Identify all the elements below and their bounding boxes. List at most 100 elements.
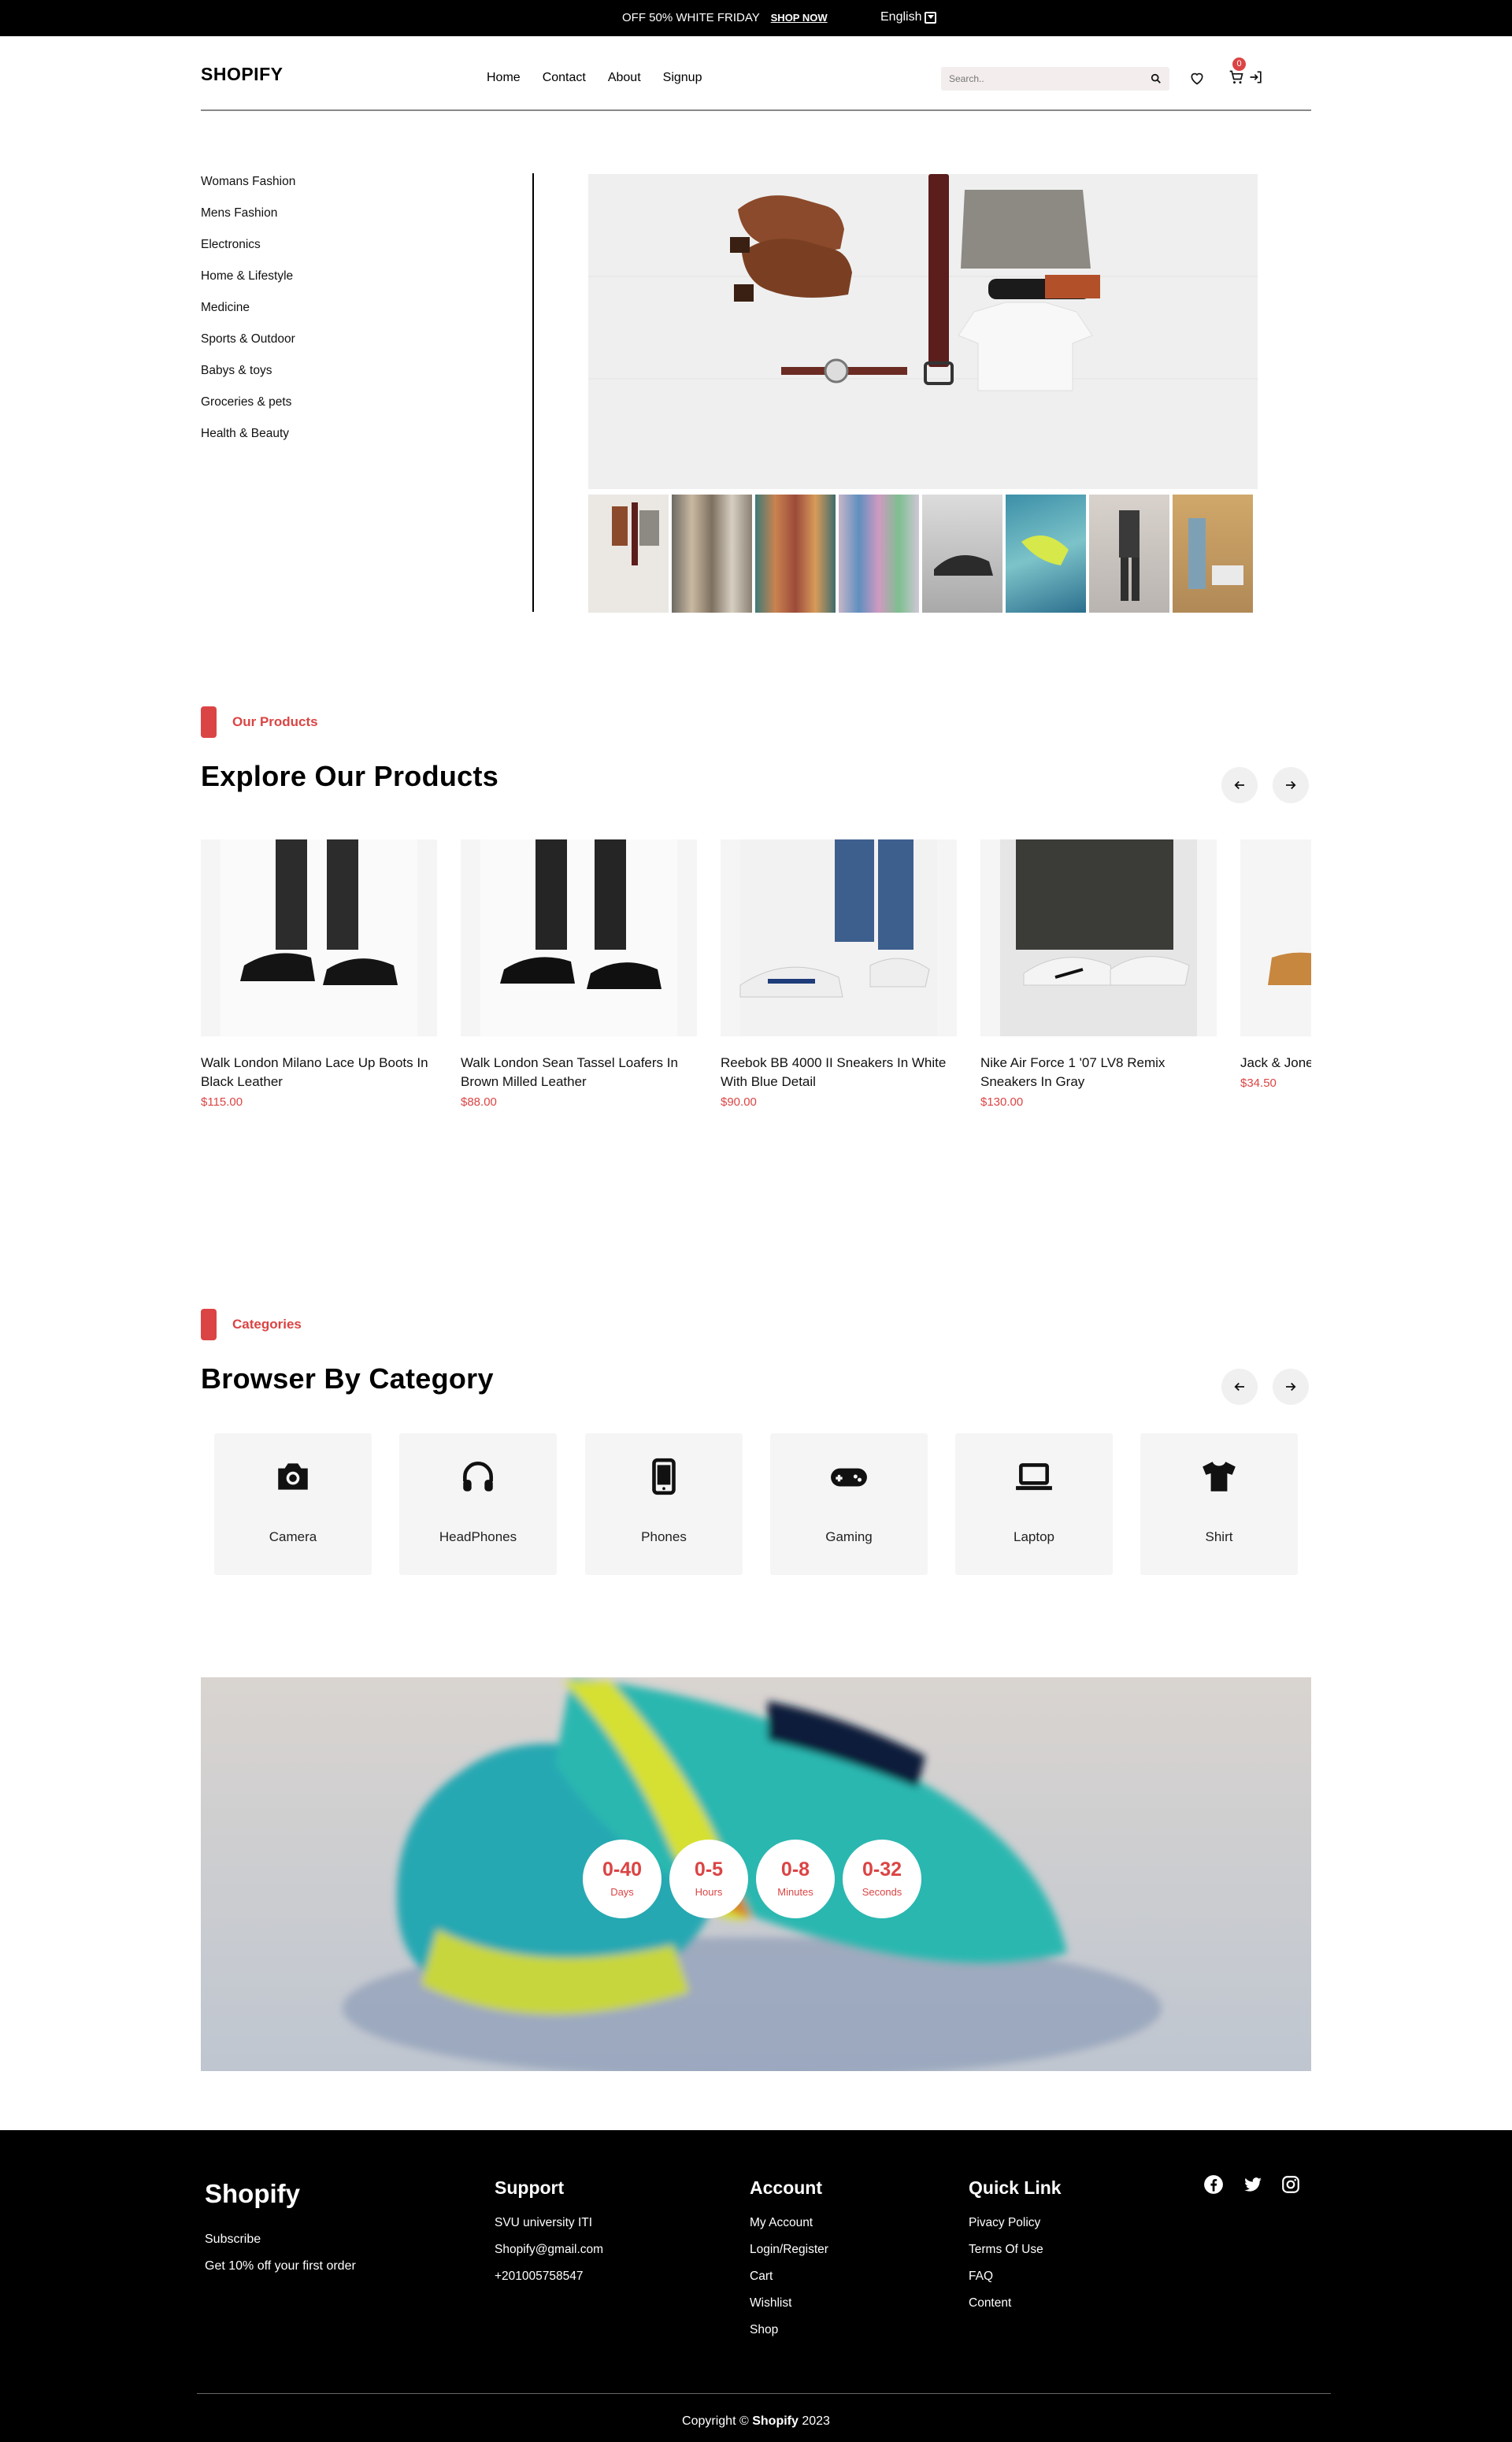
footer-link-cart[interactable]: Cart (750, 2270, 828, 2296)
category-card-shirt[interactable]: Shirt (1140, 1433, 1298, 1575)
footer-link-privacy[interactable]: Pivacy Policy (969, 2216, 1062, 2243)
thumbnail-4[interactable] (839, 495, 919, 613)
category-card-gaming[interactable]: Gaming (770, 1433, 928, 1575)
footer-brand: Shopify (205, 2179, 300, 2208)
product-card[interactable]: Walk London Sean Tassel Loafers In Brown… (461, 839, 697, 1109)
footer: Shopify Subscribe Get 10% off your first… (0, 2130, 1512, 2442)
thumbnail-2[interactable] (672, 495, 752, 613)
footer-link-content[interactable]: Content (969, 2296, 1062, 2323)
sidebar-item-womans-fashion[interactable]: Womans Fashion (201, 175, 295, 206)
footer-link-terms[interactable]: Terms Of Use (969, 2243, 1062, 2270)
thumbnail-8[interactable] (1173, 495, 1253, 613)
product-name[interactable]: Walk London Sean Tassel Loafers In Brown… (461, 1054, 697, 1091)
sidebar-divider (532, 173, 534, 612)
sidebar-item-health-beauty[interactable]: Health & Beauty (201, 427, 295, 458)
sidebar-item-mens-fashion[interactable]: Mens Fashion (201, 206, 295, 238)
arrow-left-icon (1234, 780, 1244, 790)
footer-account-title: Account (750, 2177, 822, 2198)
countdown-value: 0-8 (780, 1858, 810, 1881)
nav-about[interactable]: About (608, 71, 641, 85)
countdown-value: 0-40 (602, 1858, 643, 1881)
countdown-label: Seconds (862, 1886, 902, 1898)
sidebar-item-electronics[interactable]: Electronics (201, 238, 295, 269)
product-image[interactable] (461, 839, 697, 1036)
footer-account-column: Account My Account Login/Register Cart W… (750, 2177, 828, 2350)
countdown-value: 0-32 (862, 1858, 902, 1881)
search-placeholder: Search.. (949, 73, 984, 84)
footer-link-shop[interactable]: Shop (750, 2323, 828, 2350)
product-card[interactable]: Reebok BB 4000 II Sneakers In White With… (721, 839, 957, 1109)
sidebar-item-sports-outdoor[interactable]: Sports & Outdoor (201, 332, 295, 364)
arrow-right-icon (1286, 780, 1296, 790)
product-image[interactable] (980, 839, 1217, 1036)
thumbnail-1[interactable] (588, 495, 669, 613)
copyright-prefix: Copyright © (682, 2414, 749, 2428)
thumbnail-5[interactable] (922, 495, 1002, 613)
category-card-laptop[interactable]: Laptop (955, 1433, 1113, 1575)
product-name[interactable]: Reebok BB 4000 II Sneakers In White With… (721, 1054, 957, 1091)
product-price: $90.00 (721, 1095, 757, 1109)
product-card[interactable]: Jack & Jones Suede Slippers In Tan $34.5… (1240, 839, 1311, 1090)
category-label: Camera (269, 1529, 317, 1544)
categories-section-tag: Categories (201, 1309, 302, 1340)
twitter-icon[interactable] (1243, 2174, 1263, 2195)
sidebar-item-babys-toys[interactable]: Babys & toys (201, 364, 295, 395)
category-card-headphones[interactable]: HeadPhones (399, 1433, 557, 1575)
product-name[interactable]: Nike Air Force 1 '07 LV8 Remix Sneakers … (980, 1054, 1217, 1091)
promo-text: OFF 50% WHITE FRIDAY SHOP NOW (622, 11, 828, 24)
countdown-days: 0-40 Days (583, 1840, 662, 1918)
product-card[interactable]: Walk London Milano Lace Up Boots In Blac… (201, 839, 437, 1109)
footer-link-my-account[interactable]: My Account (750, 2216, 828, 2243)
thumbnail-7[interactable] (1089, 495, 1169, 613)
arrow-left-icon (1234, 1382, 1244, 1391)
category-card-phones[interactable]: Phones (585, 1433, 743, 1575)
countdown-label: Hours (695, 1886, 723, 1898)
footer-support-title: Support (495, 2177, 565, 2198)
products-next-button[interactable] (1273, 767, 1309, 803)
categories-tag-label: Categories (232, 1317, 302, 1332)
hero-slider-image[interactable] (588, 174, 1258, 489)
products-carousel: Walk London Milano Lace Up Boots In Blac… (201, 839, 1311, 1123)
product-name[interactable]: Jack & Jones Suede Slippers In Tan (1240, 1054, 1311, 1073)
footer-link-wishlist[interactable]: Wishlist (750, 2296, 828, 2323)
product-card[interactable]: Nike Air Force 1 '07 LV8 Remix Sneakers … (980, 839, 1217, 1109)
footer-quick-links-column: Quick Link Pivacy Policy Terms Of Use FA… (969, 2177, 1062, 2323)
cart-icon[interactable] (1228, 69, 1244, 85)
product-image[interactable] (201, 839, 437, 1036)
thumbnail-3[interactable] (755, 495, 836, 613)
heart-icon[interactable] (1189, 70, 1205, 86)
footer-subscribe[interactable]: Subscribe (205, 2233, 261, 2247)
laptop-icon (1016, 1463, 1052, 1491)
products-prev-button[interactable] (1221, 767, 1258, 803)
footer-link-login-register[interactable]: Login/Register (750, 2243, 828, 2270)
footer-link-faq[interactable]: FAQ (969, 2270, 1062, 2296)
categories-next-button[interactable] (1273, 1369, 1309, 1405)
instagram-icon[interactable] (1280, 2174, 1301, 2195)
search-icon[interactable] (1151, 73, 1162, 84)
sidebar-item-medicine[interactable]: Medicine (201, 301, 295, 332)
category-card-camera[interactable]: Camera (214, 1433, 372, 1575)
facebook-icon[interactable] (1203, 2174, 1224, 2195)
language-select[interactable]: English (880, 10, 937, 24)
login-icon[interactable] (1248, 69, 1264, 85)
product-image[interactable] (1240, 839, 1311, 1036)
product-name[interactable]: Walk London Milano Lace Up Boots In Blac… (201, 1054, 437, 1091)
sidebar-item-groceries-pets[interactable]: Groceries & pets (201, 395, 295, 427)
countdown-hours: 0-5 Hours (669, 1840, 748, 1918)
thumbnail-6[interactable] (1006, 495, 1086, 613)
nav-home[interactable]: Home (487, 71, 521, 85)
shop-now-link[interactable]: SHOP NOW (771, 12, 828, 24)
product-image[interactable] (721, 839, 957, 1036)
footer-offer: Get 10% off your first order (205, 2259, 356, 2273)
footer-support-phone[interactable]: +201005758547 (495, 2270, 603, 2296)
sidebar-item-home-lifestyle[interactable]: Home & Lifestyle (201, 269, 295, 301)
footer-divider (197, 2393, 1331, 2394)
nav-contact[interactable]: Contact (543, 71, 586, 85)
header: SHOPIFY Home Contact About Signup Search… (201, 36, 1311, 111)
category-label: Shirt (1205, 1529, 1233, 1544)
footer-support-email[interactable]: Shopify@gmail.com (495, 2243, 603, 2270)
search-input[interactable]: Search.. (941, 67, 1169, 91)
categories-prev-button[interactable] (1221, 1369, 1258, 1405)
logo[interactable]: SHOPIFY (201, 64, 283, 85)
nav-signup[interactable]: Signup (663, 71, 702, 85)
